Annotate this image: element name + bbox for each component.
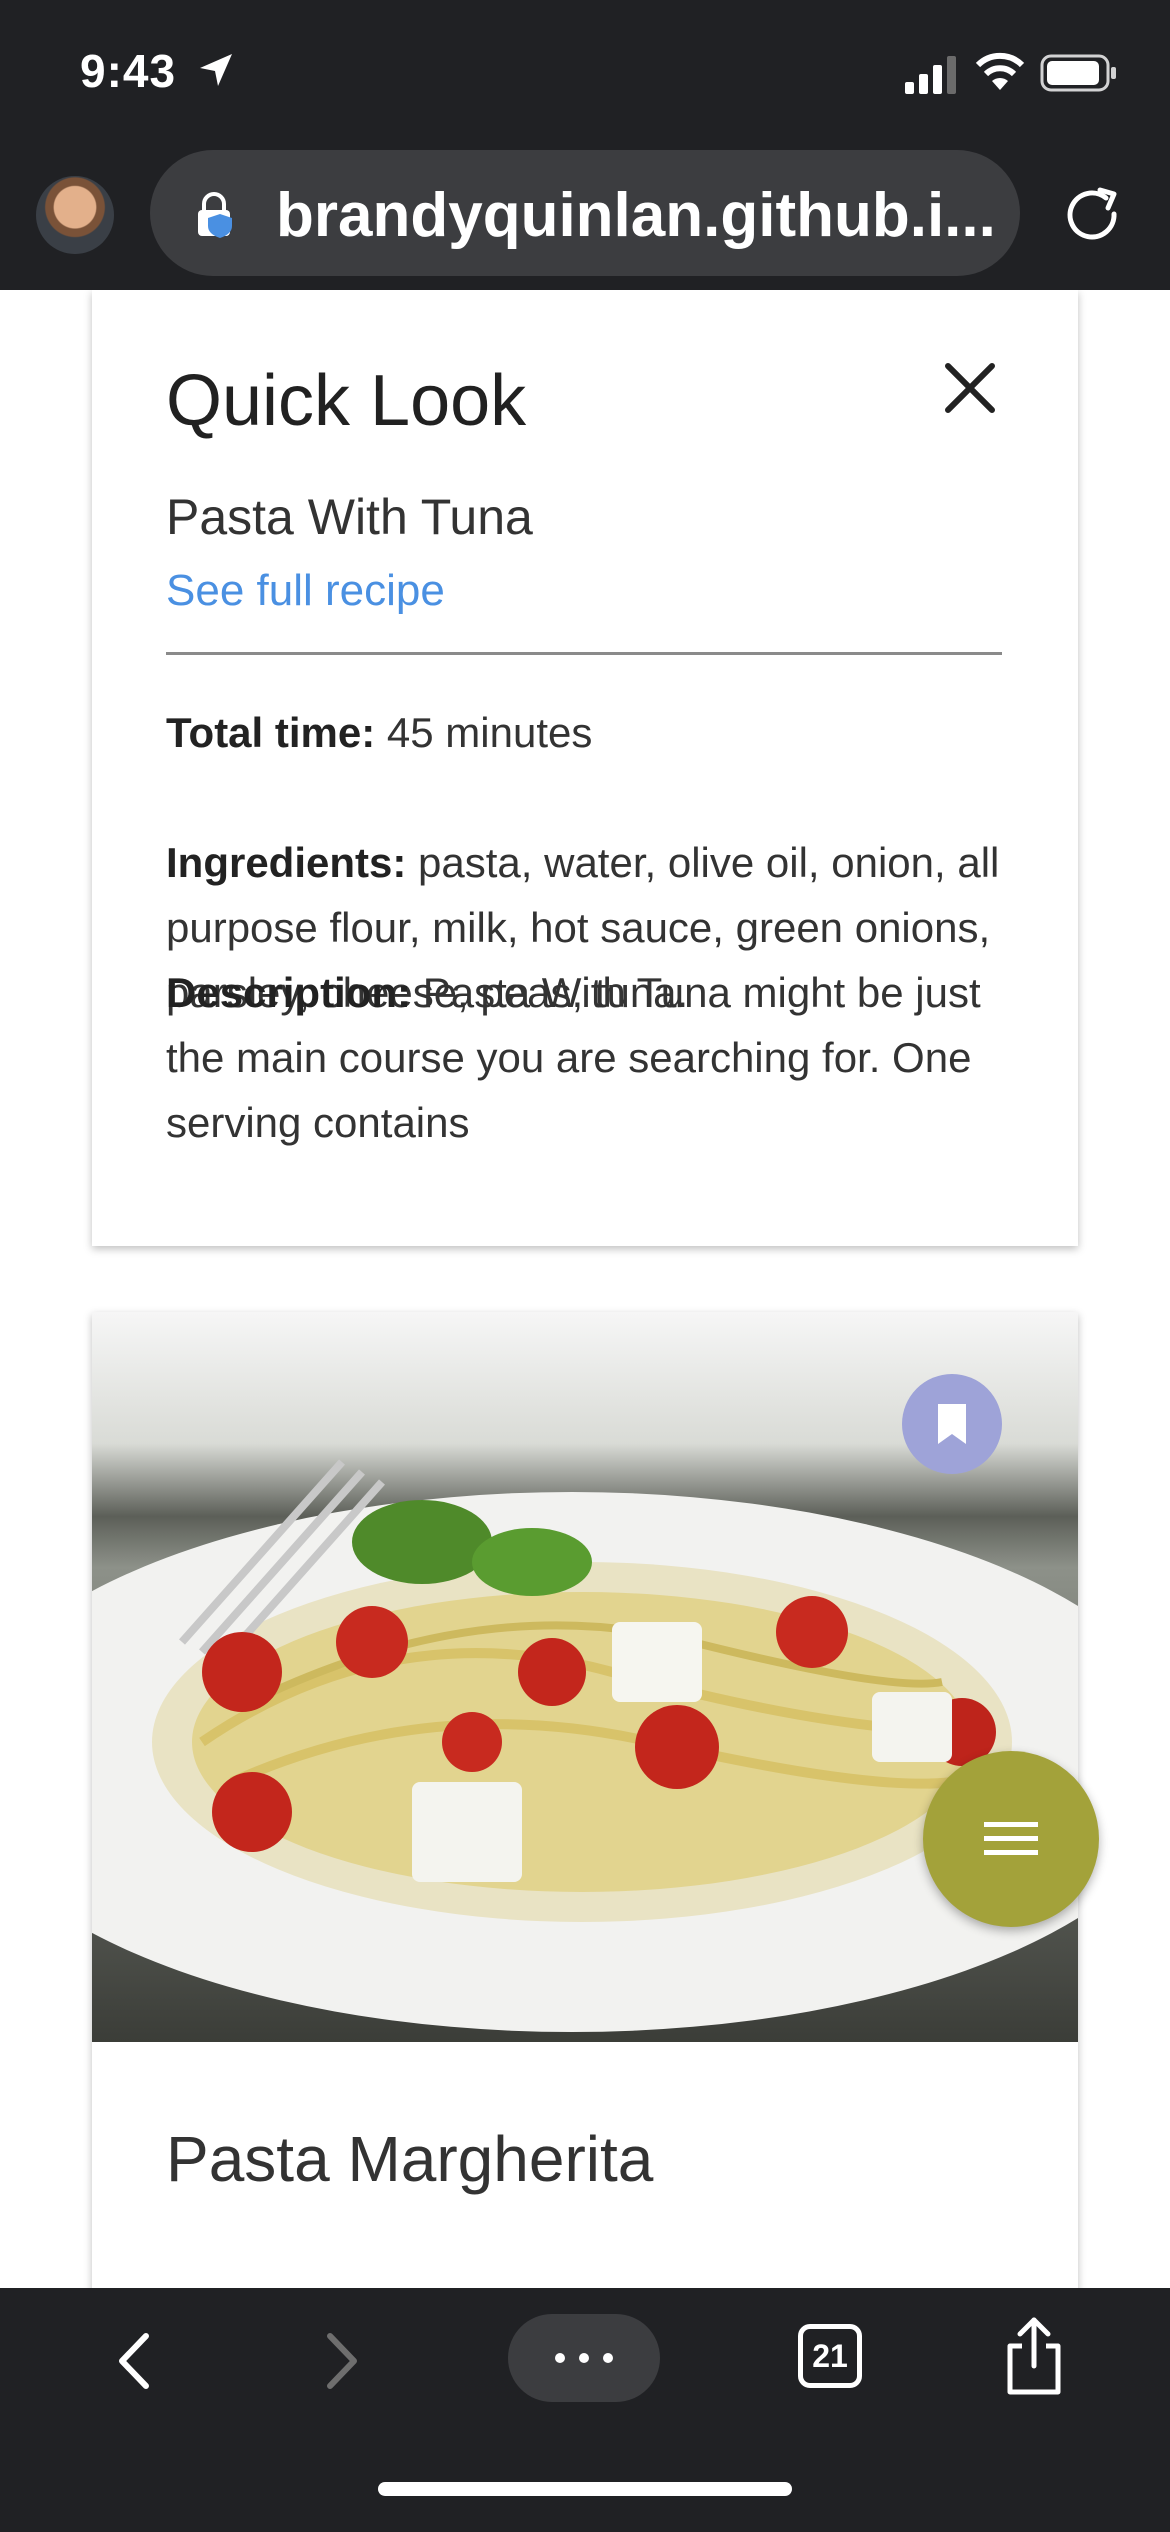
status-time: 9:43 xyxy=(80,45,177,97)
share-icon[interactable] xyxy=(1000,2316,1068,2396)
menu-fab-button[interactable] xyxy=(923,1751,1099,1927)
quick-look-card: Quick Look Pasta With Tuna See full reci… xyxy=(92,290,1078,1246)
bookmark-icon xyxy=(938,1404,966,1444)
wifi-icon xyxy=(975,52,1025,90)
ingredients-label: Ingredients: xyxy=(166,839,407,886)
browser-toolbar: brandyquinlan.github.i... xyxy=(0,140,1170,290)
close-icon[interactable] xyxy=(940,358,1000,418)
url-text: brandyquinlan.github.i... xyxy=(276,181,996,250)
more-icon xyxy=(555,2353,613,2363)
home-indicator[interactable] xyxy=(378,2482,792,2496)
signal-icon xyxy=(905,56,956,94)
bookmark-button[interactable] xyxy=(902,1374,1002,1474)
description-label: Description: xyxy=(166,969,412,1016)
total-time-value: 45 minutes xyxy=(375,709,593,756)
menu-icon xyxy=(984,1822,1038,1855)
profile-avatar[interactable] xyxy=(36,176,114,254)
recipe-card-title: Pasta Margherita xyxy=(166,2123,654,2195)
more-menu-button[interactable] xyxy=(508,2314,660,2402)
battery-icon xyxy=(1040,54,1116,92)
status-bar: 9:43 xyxy=(0,0,1170,140)
total-time: Total time: 45 minutes xyxy=(166,700,1006,765)
reload-icon[interactable] xyxy=(1062,184,1126,248)
see-full-recipe-link[interactable]: See full recipe xyxy=(166,566,445,616)
divider xyxy=(166,652,1002,655)
description: Description: Pasta With Tuna might be ju… xyxy=(166,960,1006,1155)
quick-look-title: Quick Look xyxy=(166,361,527,441)
recipe-card[interactable]: Pasta Margherita xyxy=(92,1312,1078,2288)
tab-count: 21 xyxy=(812,2337,848,2374)
total-time-label: Total time: xyxy=(166,709,376,756)
recipe-name: Pasta With Tuna xyxy=(166,489,533,545)
tabs-button[interactable]: 21 xyxy=(798,2324,862,2388)
page-content: Quick Look Pasta With Tuna See full reci… xyxy=(0,290,1170,2288)
location-icon xyxy=(200,54,232,86)
browser-bottom-bar: 21 xyxy=(0,2288,1170,2532)
forward-icon[interactable] xyxy=(312,2326,372,2396)
lock-icon xyxy=(198,192,232,238)
back-icon[interactable] xyxy=(104,2326,164,2396)
address-bar[interactable]: brandyquinlan.github.i... xyxy=(150,150,1020,276)
